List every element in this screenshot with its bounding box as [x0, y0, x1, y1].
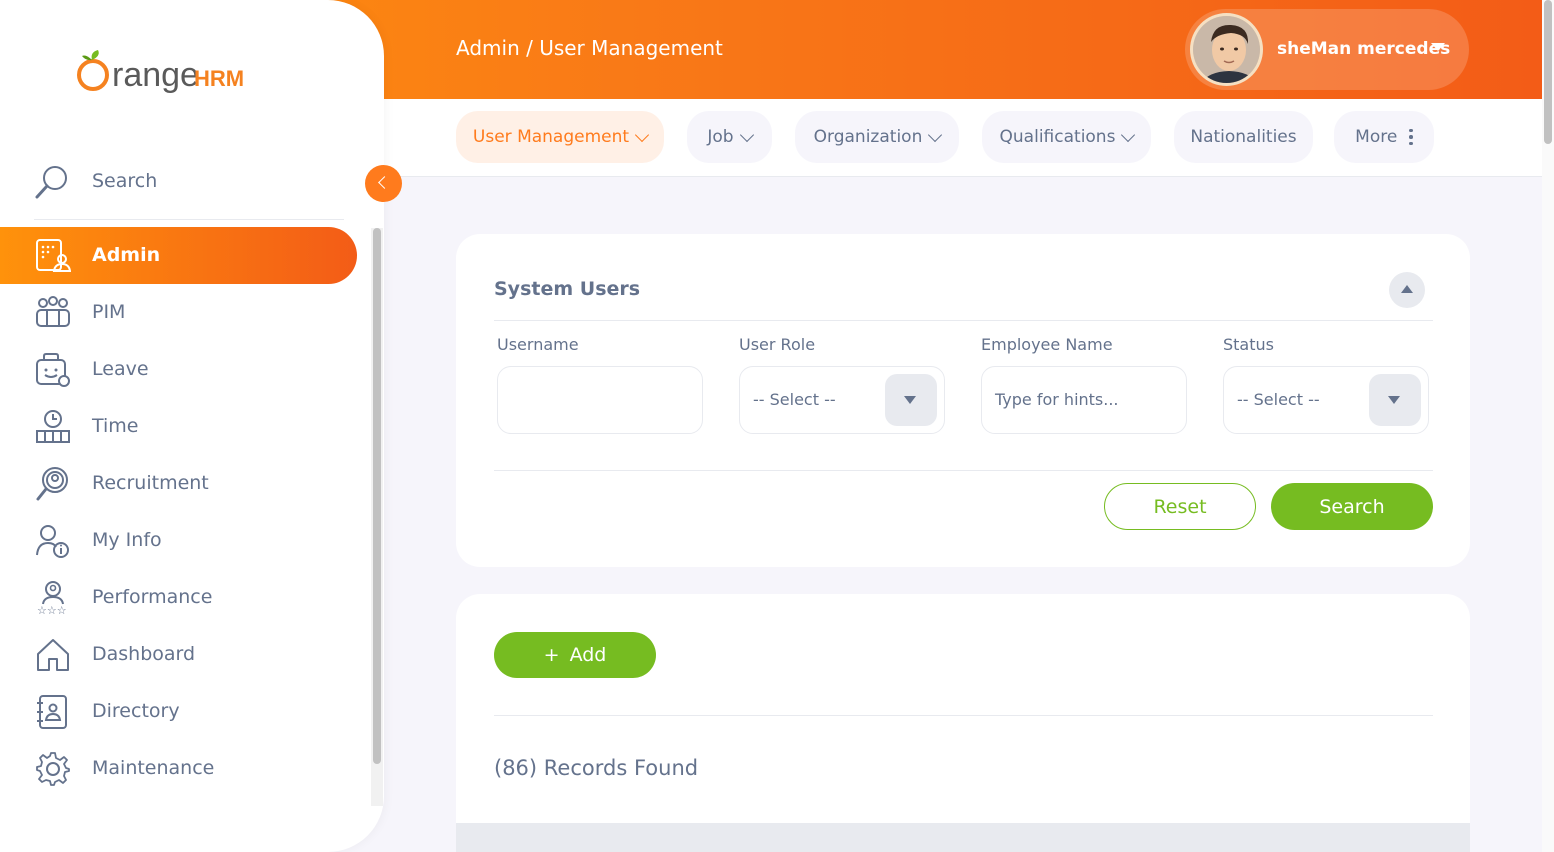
- tab-label: Nationalities: [1190, 127, 1297, 147]
- plus-icon: +: [543, 644, 560, 666]
- sidebar-item-recruitment[interactable]: Recruitment: [0, 455, 357, 512]
- collapse-filter-button[interactable]: [1389, 272, 1425, 308]
- status-value: -- Select --: [1237, 390, 1320, 409]
- user-role-value: -- Select --: [753, 390, 836, 409]
- sidebar-item-label: Recruitment: [92, 472, 209, 494]
- tab-organization[interactable]: Organization: [795, 111, 959, 163]
- divider: [494, 470, 1433, 471]
- chevron-down-icon: [1121, 127, 1136, 142]
- sidebar-item-label: My Info: [92, 529, 162, 551]
- sidebar-item-label: Directory: [92, 700, 180, 722]
- search-icon: [35, 166, 67, 199]
- add-user-button[interactable]: + Add: [494, 632, 656, 678]
- tab-nationalities[interactable]: Nationalities: [1174, 111, 1313, 163]
- sidebar-search-label: Search: [92, 170, 158, 192]
- user-name[interactable]: sheMan mercedes: [1277, 39, 1450, 59]
- table-header: [456, 823, 1470, 852]
- directory-icon: [37, 695, 67, 729]
- reset-button[interactable]: Reset: [1104, 483, 1256, 530]
- username-label: Username: [497, 335, 579, 354]
- tab-label: Qualifications: [999, 127, 1116, 147]
- leave-icon: [36, 353, 70, 387]
- admin-icon: [36, 239, 71, 272]
- sidebar-search[interactable]: Search: [34, 162, 344, 220]
- sidebar-item-label: Time: [92, 415, 139, 437]
- records-found-count: (86) Records Found: [494, 756, 699, 780]
- filter-title: System Users: [494, 278, 641, 300]
- divider: [494, 320, 1433, 321]
- tab-user-management[interactable]: User Management: [456, 111, 664, 163]
- svg-text:☆☆☆: ☆☆☆: [37, 604, 67, 616]
- results-card: + Add (86) Records Found: [456, 594, 1470, 852]
- user-role-label: User Role: [739, 335, 816, 354]
- sidebar-item-label: PIM: [92, 301, 126, 323]
- status-label: Status: [1223, 335, 1274, 354]
- tab-label: Job: [707, 127, 734, 147]
- performance-icon: ☆☆☆: [37, 581, 67, 616]
- sidebar-item-label: Dashboard: [92, 643, 196, 665]
- caret-down-icon[interactable]: [885, 374, 937, 426]
- chevron-down-icon: [928, 127, 943, 142]
- sidebar-item-performance[interactable]: ☆☆☆ Performance: [0, 569, 357, 626]
- sidebar-scrollbar[interactable]: [371, 228, 383, 806]
- divider: [494, 715, 1433, 716]
- system-users-filter-card: System Users Username User Role -- Selec…: [456, 234, 1470, 567]
- logo-text: range: [112, 56, 199, 94]
- sidebar-item-pim[interactable]: PIM: [0, 284, 357, 341]
- tab-qualifications[interactable]: Qualifications: [982, 111, 1151, 163]
- tab-label: Organization: [813, 127, 923, 147]
- sidebar-item-leave[interactable]: Leave: [0, 341, 357, 398]
- sidebar-item-maintenance[interactable]: Maintenance: [0, 740, 357, 797]
- pim-icon: [36, 296, 70, 327]
- employee-name-label: Employee Name: [981, 335, 1113, 354]
- caret-down-icon[interactable]: [1431, 43, 1445, 51]
- sidebar-scrollbar-thumb[interactable]: [373, 228, 381, 764]
- sidebar-item-directory[interactable]: Directory: [0, 683, 357, 740]
- employee-name-input[interactable]: Type for hints...: [981, 366, 1187, 434]
- caret-down-icon[interactable]: [1369, 374, 1421, 426]
- page-scrollbar-thumb[interactable]: [1544, 0, 1552, 144]
- recruitment-icon: [36, 467, 68, 501]
- sidebar-item-time[interactable]: Time: [0, 398, 357, 455]
- sidebar-item-label: Maintenance: [92, 757, 215, 779]
- top-nav-menu: User Management Job Organization Qualifi…: [384, 99, 1542, 177]
- gear-icon: [36, 752, 70, 786]
- page-breadcrumb: Admin / User Management: [456, 36, 723, 60]
- search-button[interactable]: Search: [1271, 483, 1433, 530]
- tab-label: More: [1355, 127, 1398, 147]
- tab-label: User Management: [472, 127, 630, 147]
- tab-job[interactable]: Job: [687, 111, 772, 163]
- collapse-sidebar-button[interactable]: [365, 165, 402, 202]
- time-icon: [36, 410, 70, 443]
- username-input[interactable]: [497, 366, 703, 434]
- logo-hrm: HRM: [194, 66, 244, 91]
- home-icon: [37, 639, 69, 671]
- sidebar: range HRM Search Admin PIM Leave Time Re…: [0, 0, 384, 852]
- user-avatar[interactable]: [1190, 13, 1263, 86]
- more-options-icon: [1409, 128, 1413, 146]
- sidebar-item-label: Admin: [92, 244, 161, 266]
- status-select[interactable]: -- Select --: [1223, 366, 1429, 434]
- sidebar-item-label: Leave: [92, 358, 149, 380]
- sidebar-item-label: Performance: [92, 586, 213, 608]
- sidebar-item-my-info[interactable]: My Info: [0, 512, 357, 569]
- orangehrm-logo[interactable]: range HRM: [74, 46, 250, 102]
- chevron-down-icon: [739, 127, 754, 142]
- user-role-select[interactable]: -- Select --: [739, 366, 945, 434]
- chevron-down-icon: [634, 127, 650, 142]
- page-scrollbar[interactable]: [1542, 0, 1554, 852]
- tab-more[interactable]: More: [1334, 111, 1434, 163]
- sidebar-item-dashboard[interactable]: Dashboard: [0, 626, 357, 683]
- add-label: Add: [569, 644, 607, 666]
- my-info-icon: [36, 525, 69, 558]
- sidebar-item-admin[interactable]: Admin: [0, 227, 357, 284]
- employee-name-placeholder: Type for hints...: [995, 390, 1119, 409]
